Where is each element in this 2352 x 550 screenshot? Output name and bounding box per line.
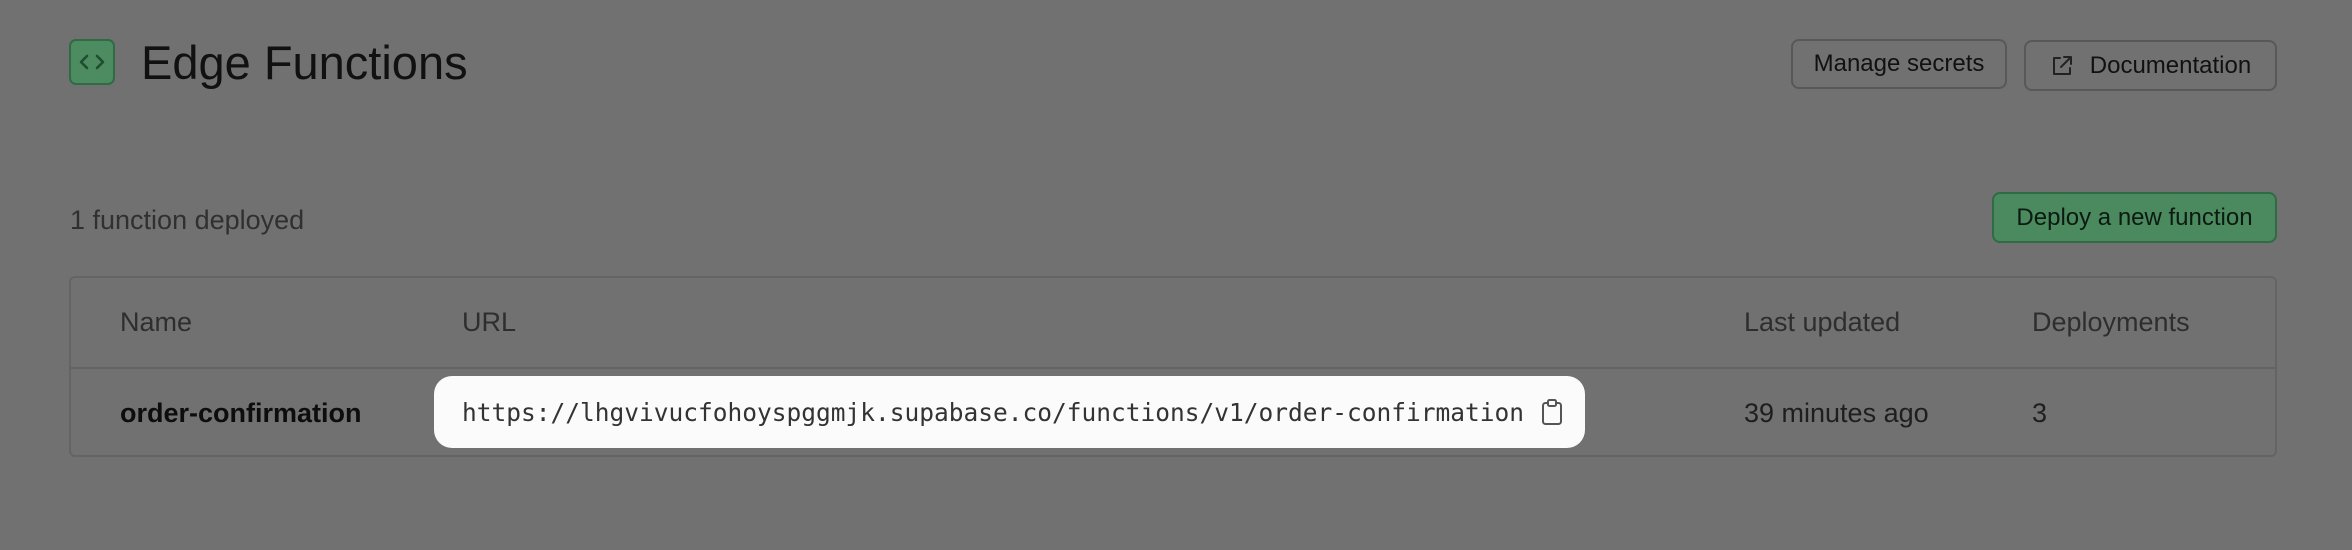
- clipboard-icon[interactable]: [1540, 398, 1564, 426]
- deploy-function-button[interactable]: Deploy a new function: [1992, 192, 2277, 243]
- page-title: Edge Functions: [141, 36, 468, 89]
- function-url-cell: https://lhgvivucfohoyspggmjk.supabase.co…: [434, 376, 1585, 448]
- column-header-last-updated: Last updated: [1744, 307, 1901, 337]
- deployments-count: 3: [2032, 398, 2048, 428]
- column-header-name: Name: [120, 307, 193, 337]
- function-url: https://lhgvivucfohoyspggmjk.supabase.co…: [462, 397, 1525, 427]
- manage-secrets-label: Manage secrets: [1813, 50, 1985, 77]
- column-header-url: URL: [462, 307, 517, 337]
- deploy-function-label: Deploy a new function: [2016, 203, 2253, 231]
- function-name[interactable]: order-confirmation: [120, 396, 362, 430]
- external-link-icon: [2052, 55, 2072, 75]
- code-brackets-icon: [79, 54, 105, 70]
- table-header: Name URL Last updated Deployments: [71, 278, 2275, 369]
- deployed-count: 1 function deployed: [70, 205, 305, 235]
- documentation-label: Documentation: [2089, 51, 2252, 79]
- column-header-deployments: Deployments: [2032, 307, 2190, 337]
- manage-secrets-button[interactable]: Manage secrets: [1791, 39, 2007, 89]
- documentation-button[interactable]: Documentation: [2024, 40, 2277, 91]
- edge-functions-icon: [69, 39, 115, 85]
- last-updated-value: 39 minutes ago: [1744, 398, 1929, 428]
